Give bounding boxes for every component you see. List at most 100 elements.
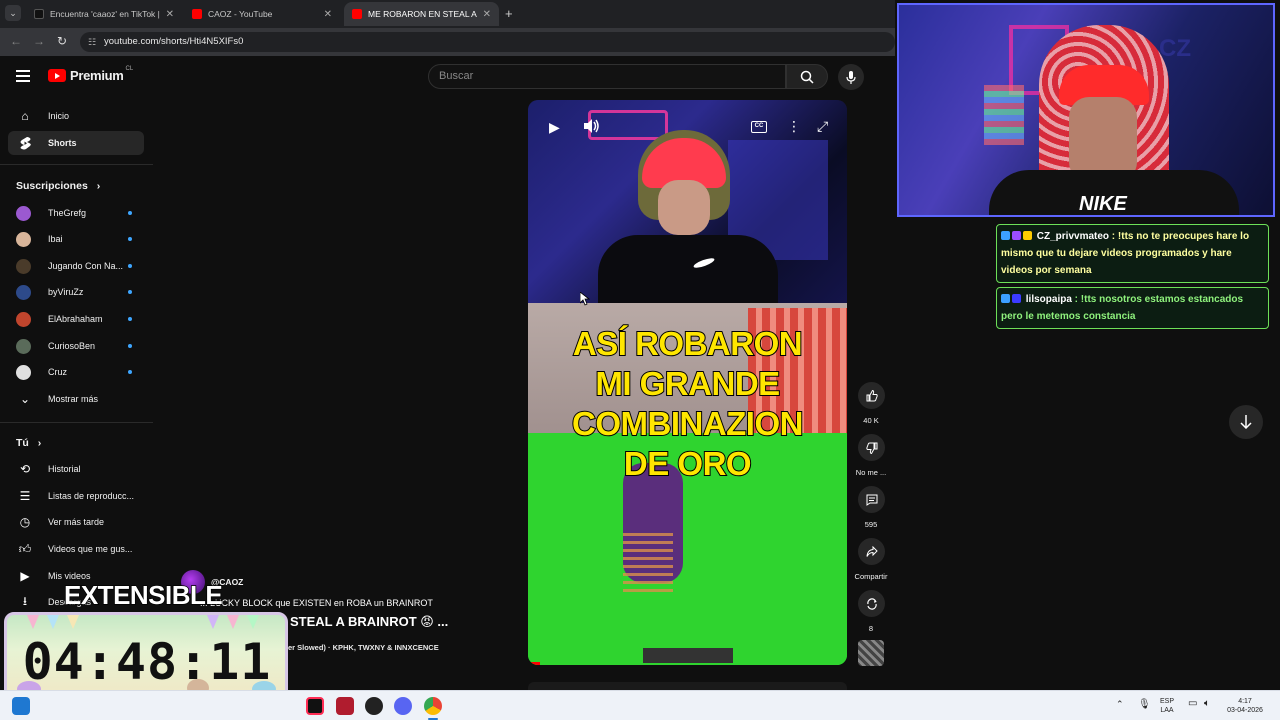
song-label[interactable]: er Slowed) · KPHK, TWXNY & INNXCENCE (288, 643, 439, 652)
sidebar-item-label: Jugando Con Na... (48, 261, 124, 271)
microphone-tray-icon[interactable]: 🎙︎ (1138, 700, 1151, 710)
url-field[interactable]: ☷ youtube.com/shorts/Hti4N5XIFs0 (80, 32, 895, 52)
like-count: 40 K (863, 416, 879, 425)
next-short-preview[interactable] (528, 682, 847, 690)
sidebar-item-elabrahaham[interactable]: ElAbrahaham (8, 307, 144, 331)
subscriptions-header[interactable]: Suscripciones › (16, 180, 100, 192)
remix-icon (866, 597, 877, 610)
dislike-button[interactable] (858, 434, 885, 461)
back-icon[interactable]: ← (10, 34, 22, 48)
caption-line: COMBINAZION (571, 404, 804, 443)
tab-close-icon[interactable]: ✕ (483, 9, 491, 20)
sidebar-item-historial[interactable]: ⟲ Historial (8, 457, 144, 481)
avatar (16, 258, 31, 274)
crown-badge-icon (1023, 231, 1032, 240)
brand-label: Premium (70, 68, 124, 83)
reload-icon[interactable]: ↻ (57, 34, 67, 48)
badge-icon (1012, 231, 1021, 240)
sidebar-item-show-more[interactable]: ⌄ Mostrar más (8, 387, 144, 411)
sidebar-item-label: ElAbrahaham (48, 314, 103, 324)
chevron-up-icon[interactable]: ⌃ (1116, 700, 1124, 709)
voicemeeter-app-icon[interactable] (336, 697, 354, 715)
browser-tab-tiktok[interactable]: Encuentra 'caaoz' en TikTok | Bú ✕ (26, 2, 182, 26)
share-label: Compartir (854, 572, 888, 581)
avatar (16, 311, 31, 327)
sidebar-item-curiosoben[interactable]: CuriosoBen (8, 334, 144, 358)
sidebar-item-shorts[interactable]: Shorts (8, 131, 144, 155)
tab-close-icon[interactable]: ✕ (166, 9, 174, 20)
next-short-button[interactable] (1229, 405, 1263, 439)
microphone-icon (846, 70, 856, 84)
sidebar-item-playlists[interactable]: ☰ Listas de reproducc... (8, 484, 144, 508)
chat-message: lilsopaipa : !tts nosotros estamos estan… (996, 287, 1269, 329)
forward-icon[interactable]: → (33, 34, 45, 48)
comment-icon (866, 494, 877, 506)
site-info-icon[interactable]: ☷ (88, 32, 96, 52)
sidebar-item-byviruzz[interactable]: byViruZz (8, 280, 144, 304)
sidebar-item-thegrefg[interactable]: TheGrefg (8, 201, 144, 225)
clock-icon: ◷ (19, 515, 31, 529)
thumbs-up-icon (866, 389, 878, 401)
comments-button[interactable] (858, 486, 885, 513)
new-content-dot (128, 344, 132, 348)
avatar (16, 231, 31, 247)
sidebar-item-inicio[interactable]: ⌂ Inicio (8, 104, 144, 128)
shorts-player[interactable]: ASÍ ROBARON MI GRANDE COMBINAZION DE ORO… (528, 100, 847, 665)
url-text: youtube.com/shorts/Hti4N5XIFs0 (104, 36, 244, 47)
more-options-icon[interactable]: ⋮ (787, 118, 801, 135)
you-header[interactable]: Tú › (16, 437, 41, 449)
sidebar-item-label: Ibai (48, 234, 63, 244)
volume-icon[interactable] (584, 119, 600, 136)
play-icon[interactable]: ▶ (549, 119, 560, 136)
clock[interactable]: 4:17 03-04-2026 (1222, 697, 1268, 715)
discord-app-icon[interactable] (394, 697, 412, 715)
volume-tray-icon[interactable]: 🔈︎ (1204, 699, 1210, 709)
youtube-play-icon (48, 69, 66, 82)
browser-tab-active[interactable]: ME ROBARON EN STEAL A BRAI ✕ (344, 2, 499, 26)
sidebar-item-label: Videos que me gus... (48, 544, 133, 554)
search-button[interactable] (786, 64, 828, 89)
sidebar-item-jugando[interactable]: Jugando Con Na... (8, 254, 144, 278)
chat-username: CZ_privvmateo (1036, 231, 1110, 242)
sidebar-item-cruz[interactable]: Cruz (8, 360, 144, 384)
video-title[interactable]: STEAL A BRAINROT 😡 ... (290, 614, 448, 630)
tab-search-button[interactable]: ⌄ (5, 5, 21, 21)
like-button[interactable] (858, 382, 885, 409)
comment-count: 595 (864, 520, 878, 529)
search-input[interactable]: Buscar (428, 64, 786, 89)
browser-tab-caoz[interactable]: CAOZ - YouTube ✕ (184, 2, 340, 26)
tab-title: ME ROBARON EN STEAL A BRAI (368, 9, 479, 19)
chrome-app-icon[interactable] (424, 697, 442, 715)
fullscreen-icon[interactable]: ⤢ (817, 118, 828, 135)
menu-icon[interactable] (16, 70, 30, 85)
chat-message: CZ_privvmateo : !tts no te preocupes har… (996, 224, 1269, 283)
start-icon[interactable] (12, 697, 30, 715)
sidebar-item-watch-later[interactable]: ◷ Ver más tarde (8, 510, 144, 534)
share-button[interactable] (858, 538, 885, 565)
sidebar-item-label: Mostrar más (48, 394, 99, 404)
sidebar-item-liked[interactable]: 👍︎ Videos que me gus... (8, 537, 144, 561)
sidebar-item-label: Historial (48, 464, 81, 474)
captions-icon[interactable]: CC (751, 121, 767, 133)
sidebar-item-label: Ver más tarde (48, 517, 105, 527)
tiktok-app-icon[interactable] (306, 697, 324, 715)
voice-search-button[interactable] (838, 64, 864, 90)
sidebar-item-ibai[interactable]: Ibai (8, 227, 144, 251)
new-content-dot (128, 317, 132, 321)
tab-close-icon[interactable]: ✕ (324, 9, 332, 20)
new-tab-button[interactable]: + (505, 6, 513, 21)
sidebar-item-label: CuriosoBen (48, 341, 96, 351)
chat-username: lilsopaipa (1025, 294, 1072, 305)
layout-label: LAA (1160, 707, 1174, 714)
remix-button[interactable] (858, 590, 885, 617)
youtube-logo[interactable]: Premium CL (48, 66, 133, 83)
streamer-webcam: NIKE CZ (897, 3, 1275, 217)
obs-app-icon[interactable] (365, 697, 383, 715)
subscriber-badge-icon (1001, 231, 1010, 240)
progress-bar[interactable] (528, 662, 540, 665)
like-icon: 👍︎ (18, 541, 32, 556)
audio-thumbnail[interactable] (858, 640, 884, 666)
network-icon[interactable]: ▭ (1188, 699, 1197, 709)
you-header-label: Tú (16, 437, 29, 449)
language-indicator[interactable]: ESP LAA (1156, 697, 1178, 715)
